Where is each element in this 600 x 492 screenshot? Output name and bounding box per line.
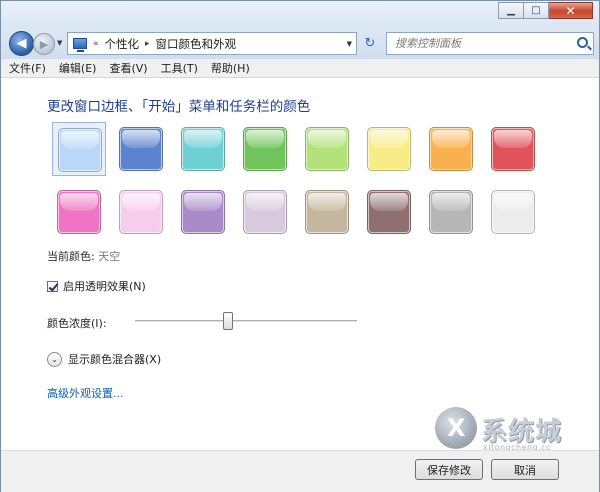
color-swatch[interactable] (52, 122, 106, 176)
current-color: 当前颜色: 天空 (47, 248, 120, 264)
intensity-label: 颜色浓度(I): (47, 317, 107, 330)
color-mixer-toggle[interactable]: ⌄ 显示颜色混合器(X) (47, 351, 161, 367)
menu-help[interactable]: 帮助(H) (211, 60, 250, 76)
color-swatch[interactable] (300, 122, 354, 176)
transparency-checkbox[interactable] (47, 280, 58, 292)
color-swatch-fill[interactable] (119, 190, 163, 234)
search-box[interactable] (386, 32, 594, 55)
current-color-value: 天空 (98, 250, 121, 263)
color-swatch-fill[interactable] (305, 190, 349, 234)
intensity-slider-track[interactable] (135, 320, 357, 323)
address-chevron-icon[interactable]: « (93, 39, 99, 49)
save-button[interactable]: 保存修改 (415, 459, 483, 480)
color-swatch-fill[interactable] (491, 127, 535, 171)
menu-edit[interactable]: 编辑(E) (59, 60, 97, 76)
chevron-down-icon[interactable]: ⌄ (47, 351, 62, 367)
advanced-appearance-link[interactable]: 高级外观设置... (47, 385, 124, 401)
color-swatch[interactable] (238, 185, 292, 239)
close-button[interactable]: ✕ (549, 2, 593, 19)
page-title: 更改窗口边框、「开始」菜单和任务栏的颜色 (47, 99, 311, 115)
color-swatch-fill[interactable] (57, 190, 101, 234)
search-input[interactable] (387, 33, 567, 54)
color-swatch-fill[interactable] (181, 190, 225, 234)
color-mixer-label[interactable]: 显示颜色混合器(X) (68, 351, 161, 367)
transparency-label[interactable]: 启用透明效果(N) (63, 278, 146, 294)
window-controls: ▁ □ ✕ (498, 2, 593, 19)
refresh-icon[interactable]: ↻ (359, 32, 381, 55)
menu-tools[interactable]: 工具(T) (161, 60, 198, 76)
menu-file[interactable]: 文件(F) (9, 60, 46, 76)
dialog-footer: 保存修改 取消 (1, 450, 599, 492)
color-swatch-fill[interactable] (243, 127, 287, 171)
color-swatch-fill[interactable] (119, 127, 163, 171)
color-swatch[interactable] (114, 185, 168, 239)
color-swatch[interactable] (52, 185, 106, 239)
color-swatch-fill[interactable] (181, 127, 225, 171)
color-swatch-fill[interactable] (243, 190, 287, 234)
current-color-label: 当前颜色: (47, 250, 95, 263)
color-swatch[interactable] (424, 185, 478, 239)
search-icon[interactable] (577, 37, 588, 48)
color-swatch[interactable] (362, 185, 416, 239)
color-swatch[interactable] (300, 185, 354, 239)
menu-bar: 文件(F) 编辑(E) 查看(V) 工具(T) 帮助(H) (1, 59, 599, 78)
maximize-button[interactable]: □ (524, 2, 549, 19)
menu-view[interactable]: 查看(V) (109, 60, 147, 76)
cancel-button[interactable]: 取消 (491, 459, 559, 480)
main-content: 更改窗口边框、「开始」菜单和任务栏的颜色 当前颜色: 天空 启用透明效果(N) … (1, 78, 599, 450)
color-swatch[interactable] (424, 122, 478, 176)
minimize-button[interactable]: ▁ (498, 2, 524, 19)
breadcrumb-personalization[interactable]: 个性化 (105, 36, 140, 52)
color-swatch[interactable] (486, 185, 540, 239)
color-swatch[interactable] (176, 185, 230, 239)
intensity-slider-thumb[interactable] (223, 312, 234, 330)
breadcrumb-separator-icon[interactable]: ▸ (145, 39, 150, 49)
color-swatch-fill[interactable] (367, 127, 411, 171)
color-swatch[interactable] (362, 122, 416, 176)
recent-pages-dropdown[interactable]: ▼ (57, 39, 62, 47)
title-bar: ▁ □ ✕ (1, 1, 599, 29)
address-dropdown-icon[interactable]: ▼ (347, 40, 352, 48)
color-swatch-fill[interactable] (305, 127, 349, 171)
watermark-logo-letter: X (447, 414, 466, 442)
breadcrumb-window-color[interactable]: 窗口颜色和外观 (156, 36, 237, 52)
control-panel-icon (73, 38, 87, 52)
address-bar[interactable]: « 个性化 ▸ 窗口颜色和外观 ▼ (67, 32, 357, 55)
color-swatch[interactable] (176, 122, 230, 176)
color-swatch[interactable] (486, 122, 540, 176)
color-swatch[interactable] (238, 122, 292, 176)
color-swatch[interactable] (114, 122, 168, 176)
color-swatch-fill[interactable] (491, 190, 535, 234)
window: ▁ □ ✕ ◀ ▶ ▼ « 个性化 ▸ 窗口颜色和外观 ▼ ↻ 文件(F) 编辑… (0, 0, 600, 492)
color-swatch-fill[interactable] (429, 190, 473, 234)
color-swatch-fill[interactable] (367, 190, 411, 234)
color-swatch-fill[interactable] (429, 127, 473, 171)
forward-button[interactable]: ▶ (33, 33, 55, 55)
navigation-bar: ◀ ▶ ▼ « 个性化 ▸ 窗口颜色和外观 ▼ ↻ (1, 29, 599, 59)
color-swatch-fill[interactable] (58, 128, 102, 172)
back-button[interactable]: ◀ (9, 31, 34, 56)
transparency-option[interactable]: 启用透明效果(N) (47, 278, 146, 294)
